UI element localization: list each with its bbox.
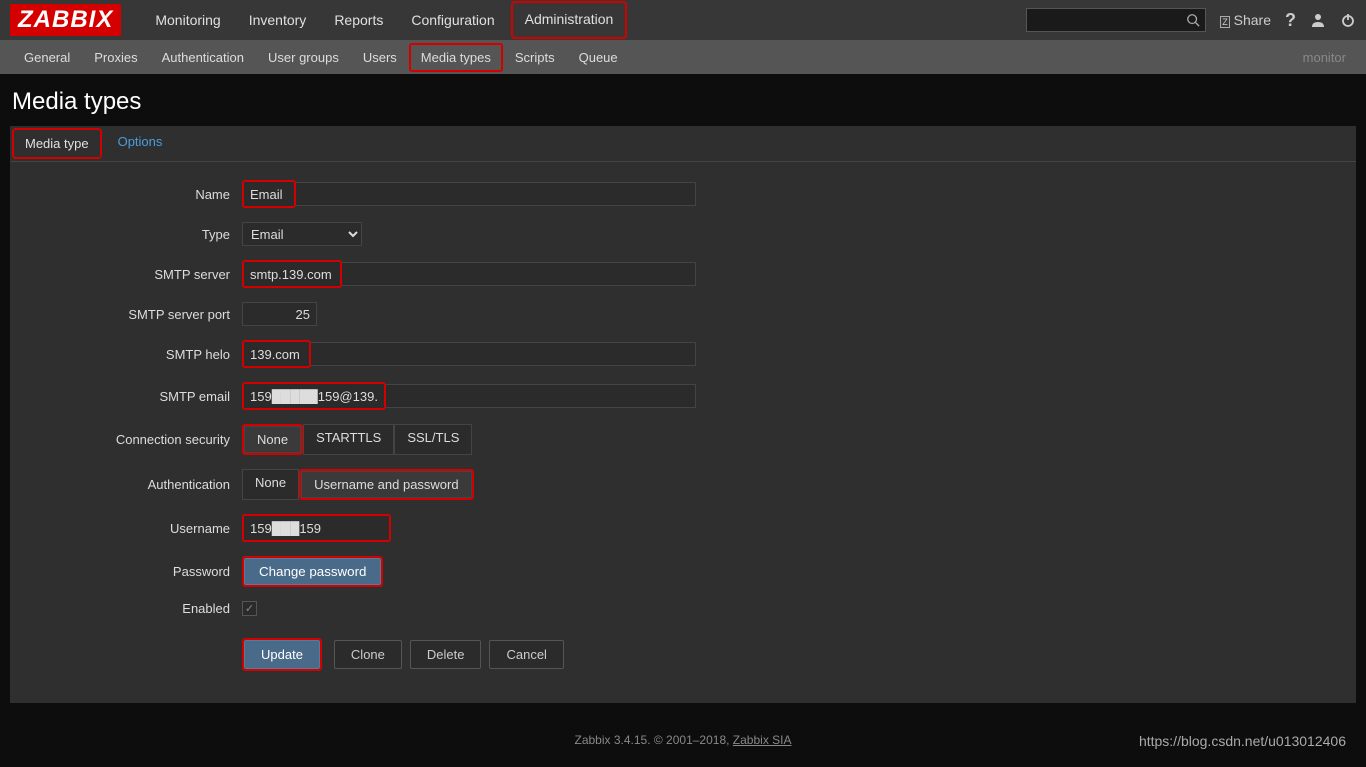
auth-none[interactable]: None	[242, 469, 299, 500]
share-button[interactable]: Z Share	[1220, 12, 1271, 28]
authentication-label: Authentication	[20, 477, 242, 492]
subnav-user-groups[interactable]: User groups	[256, 42, 351, 73]
nav-monitoring[interactable]: Monitoring	[141, 1, 234, 39]
cancel-button[interactable]: Cancel	[489, 640, 563, 669]
nav-administration[interactable]: Administration	[511, 1, 628, 39]
name-input[interactable]	[244, 182, 294, 206]
search-icon[interactable]	[1186, 13, 1200, 27]
smtp-email-label: SMTP email	[20, 389, 242, 404]
smtp-server-label: SMTP server	[20, 267, 242, 282]
power-icon[interactable]	[1340, 12, 1356, 28]
subnav-queue[interactable]: Queue	[567, 42, 630, 73]
user-icon[interactable]	[1310, 12, 1326, 28]
tabs: Media type Options	[10, 126, 1356, 162]
type-label: Type	[20, 227, 242, 242]
subnav-scripts[interactable]: Scripts	[503, 42, 567, 73]
auth-userpass[interactable]: Username and password	[301, 471, 472, 498]
topnav-right: Z Share ?	[1026, 8, 1356, 32]
enabled-checkbox[interactable]: ✓	[242, 601, 257, 616]
footer-text: Zabbix 3.4.15. © 2001–2018,	[575, 733, 733, 747]
subnav-proxies[interactable]: Proxies	[82, 42, 149, 73]
subnav-media-types[interactable]: Media types	[409, 43, 503, 72]
conn-security-label: Connection security	[20, 432, 242, 447]
subnav-users[interactable]: Users	[351, 42, 409, 73]
nav-inventory[interactable]: Inventory	[235, 1, 321, 39]
footer-link[interactable]: Zabbix SIA	[733, 733, 792, 747]
enabled-label: Enabled	[20, 601, 242, 616]
smtp-helo-input[interactable]	[244, 342, 309, 366]
update-button[interactable]: Update	[244, 640, 320, 669]
conn-sec-starttls[interactable]: STARTTLS	[303, 424, 394, 455]
name-label: Name	[20, 187, 242, 202]
smtp-helo-label: SMTP helo	[20, 347, 242, 362]
smtp-email-input-ext[interactable]	[386, 384, 696, 408]
authentication-group: None Username and password	[242, 469, 474, 500]
page-title: Media types	[0, 74, 1366, 126]
conn-sec-none[interactable]: None	[244, 426, 301, 453]
search-box	[1026, 8, 1206, 32]
sub-nav: General Proxies Authentication User grou…	[0, 40, 1366, 74]
smtp-server-input-ext[interactable]	[342, 262, 696, 286]
username-input[interactable]	[244, 516, 389, 540]
tab-options[interactable]: Options	[104, 126, 177, 161]
watermark: https://blog.csdn.net/u013012406	[1139, 733, 1346, 749]
change-password-button[interactable]: Change password	[244, 558, 381, 585]
help-icon[interactable]: ?	[1285, 10, 1296, 31]
password-label: Password	[20, 564, 242, 579]
search-input[interactable]	[1036, 13, 1186, 28]
footer: Zabbix 3.4.15. © 2001–2018, Zabbix SIA h…	[0, 713, 1366, 767]
name-input-ext[interactable]	[296, 182, 696, 206]
type-select[interactable]: Email	[242, 222, 362, 246]
clone-button[interactable]: Clone	[334, 640, 402, 669]
topnav-items: Monitoring Inventory Reports Configurati…	[141, 1, 1026, 39]
smtp-port-label: SMTP server port	[20, 307, 242, 322]
smtp-port-input[interactable]	[242, 302, 317, 326]
top-nav: ZABBIX Monitoring Inventory Reports Conf…	[0, 0, 1366, 40]
subnav-authentication[interactable]: Authentication	[150, 42, 256, 73]
username-label: Username	[20, 521, 242, 536]
delete-button[interactable]: Delete	[410, 640, 482, 669]
nav-configuration[interactable]: Configuration	[397, 1, 508, 39]
tab-media-type[interactable]: Media type	[12, 128, 102, 159]
nav-reports[interactable]: Reports	[320, 1, 397, 39]
conn-sec-ssltls[interactable]: SSL/TLS	[394, 424, 472, 455]
conn-security-group: None STARTTLS SSL/TLS	[242, 424, 472, 455]
smtp-server-input[interactable]	[244, 262, 340, 286]
smtp-email-input[interactable]	[244, 384, 384, 408]
subnav-user-label: monitor	[1303, 50, 1354, 65]
logo[interactable]: ZABBIX	[10, 4, 121, 36]
subnav-general[interactable]: General	[12, 42, 82, 73]
form-panel: Name Type Email SMTP server SMTP server …	[10, 162, 1356, 703]
smtp-helo-input-ext[interactable]	[311, 342, 696, 366]
